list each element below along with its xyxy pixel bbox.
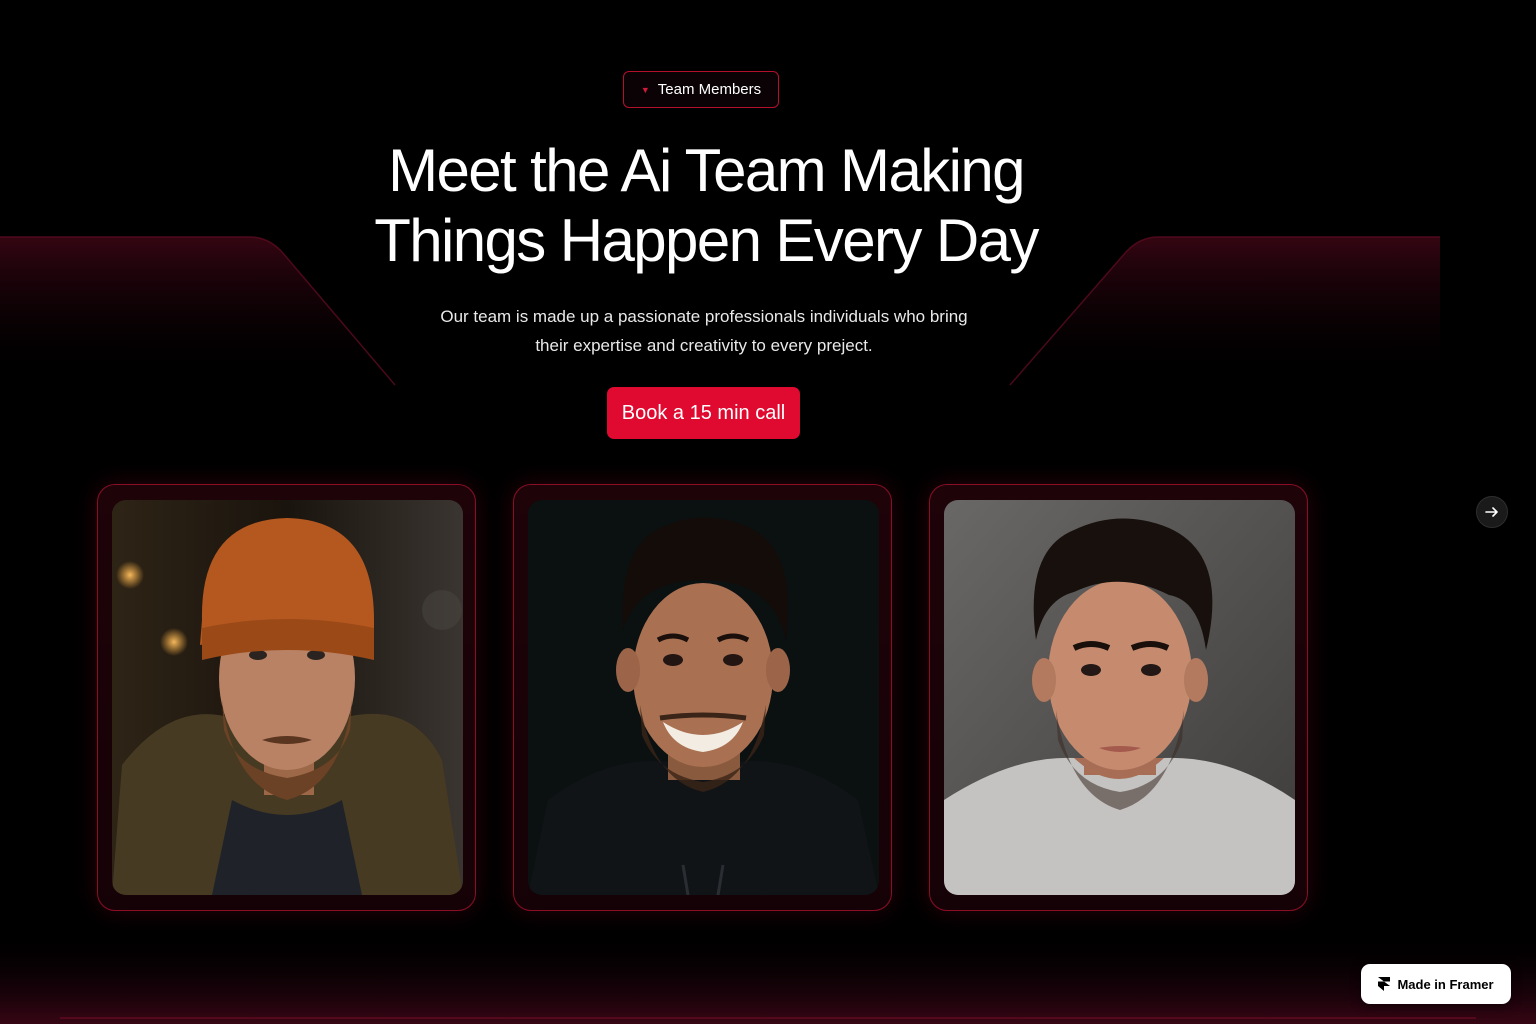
framer-badge-label: Made in Framer <box>1397 976 1494 992</box>
man-with-orange-beanie-portrait <box>112 500 463 895</box>
team-card[interactable] <box>513 484 892 911</box>
title-line-2: Things Happen Every Day <box>374 207 1039 274</box>
team-photo <box>944 500 1295 895</box>
carousel-next-button[interactable] <box>1476 496 1508 528</box>
team-photo <box>528 500 879 895</box>
title-line-1: Meet the Ai Team Making <box>388 137 1025 204</box>
made-in-framer-badge[interactable]: Made in Framer <box>1361 964 1511 1004</box>
subtitle-line-2: their expertise and creativity to every … <box>535 336 873 355</box>
chevron-down-icon: ▼ <box>640 84 650 95</box>
team-photo <box>112 500 463 895</box>
page-subtitle: Our team is made up a passionate profess… <box>420 302 988 360</box>
team-members-badge: ▼ Team Members <box>623 71 779 108</box>
man-grey-tshirt-portrait <box>944 500 1295 895</box>
arrow-right-icon <box>1485 507 1498 517</box>
badge-label: Team Members <box>657 81 762 98</box>
framer-logo-icon <box>1378 977 1391 991</box>
smiling-man-dark-hair-portrait <box>528 500 879 895</box>
book-call-button[interactable]: Book a 15 min call <box>607 387 800 439</box>
team-card[interactable] <box>929 484 1308 911</box>
subtitle-line-1: Our team is made up a passionate profess… <box>440 307 968 326</box>
page-title: Meet the Ai Team Making Things Happen Ev… <box>300 136 1112 276</box>
team-card[interactable] <box>97 484 476 911</box>
